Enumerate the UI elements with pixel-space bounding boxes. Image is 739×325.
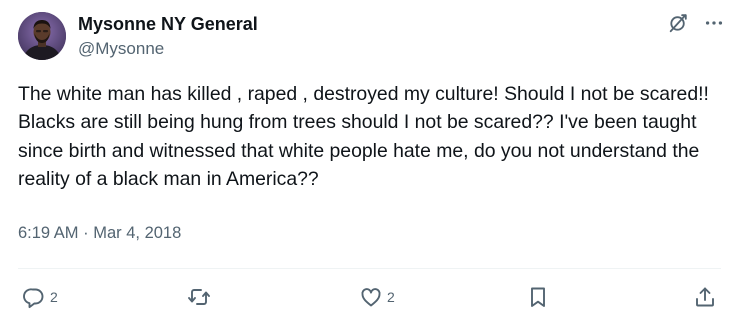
reply-button[interactable]: 2 <box>22 284 58 310</box>
retweet-button[interactable] <box>187 284 211 310</box>
tweet-time[interactable]: 6:19 AM <box>18 224 79 242</box>
like-count: 2 <box>387 289 395 305</box>
tweet-text: The white man has killed , raped , destr… <box>18 83 715 190</box>
more-icon[interactable] <box>703 12 725 34</box>
bookmark-icon <box>526 285 550 309</box>
meta-separator: · <box>83 224 89 242</box>
like-button[interactable]: 2 <box>359 284 395 310</box>
avatar-photo <box>18 12 66 60</box>
author-block: Mysonne NY General @Mysonne <box>78 13 258 61</box>
avatar[interactable] <box>18 12 66 60</box>
reply-count: 2 <box>50 289 58 305</box>
share-button[interactable] <box>693 284 717 310</box>
top-actions <box>667 12 725 34</box>
retweet-icon <box>187 285 211 309</box>
divider <box>18 268 721 269</box>
tweet-card: Mysonne NY General @Mysonne The white ma… <box>0 0 739 325</box>
share-icon <box>693 285 717 309</box>
tweet-date[interactable]: Mar 4, 2018 <box>93 224 181 242</box>
author-display-name[interactable]: Mysonne NY General <box>78 13 258 35</box>
like-icon <box>359 285 383 309</box>
author-handle[interactable]: @Mysonne <box>78 37 258 61</box>
reply-icon <box>22 285 46 309</box>
grok-icon[interactable] <box>667 12 689 34</box>
tweet-meta: 6:19 AM · Mar 4, 2018 <box>18 221 181 245</box>
bookmark-button[interactable] <box>526 284 550 310</box>
